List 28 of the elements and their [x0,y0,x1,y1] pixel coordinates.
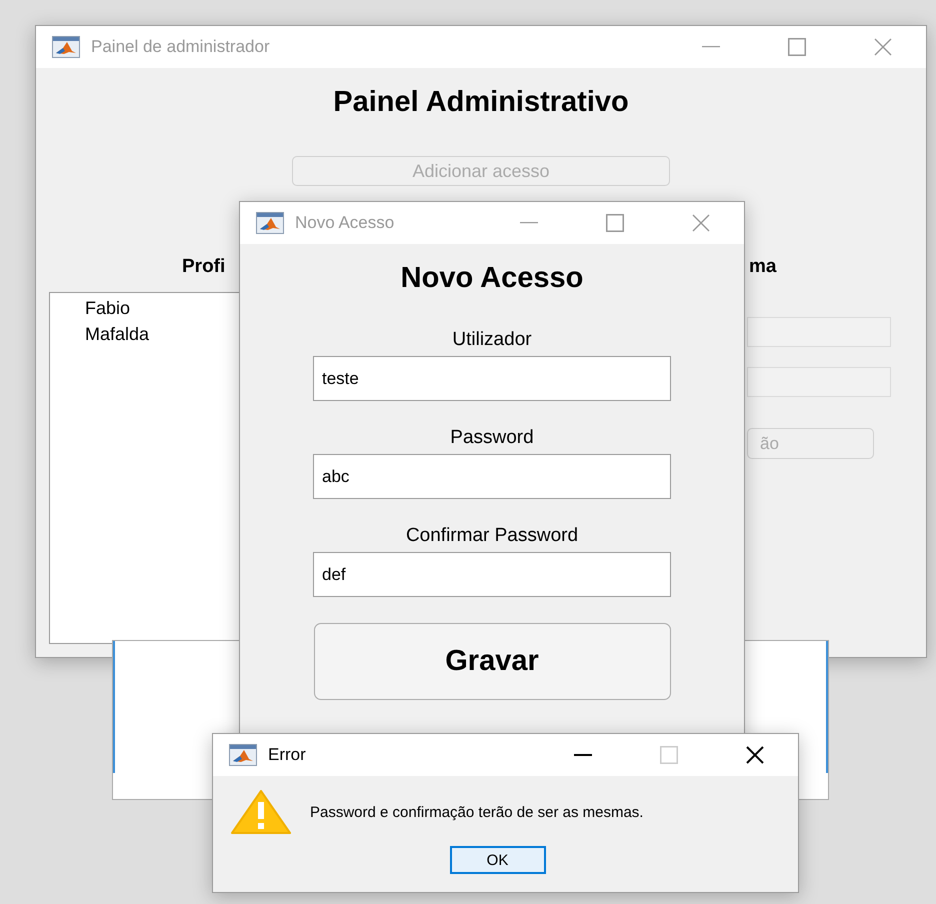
text-field[interactable]: teste [313,356,671,401]
error-message: Password e confirmação terão de ser as mesmas. [310,804,644,820]
minimize-icon [702,46,720,48]
ok-button[interactable]: OK [450,846,546,874]
text-field[interactable]: abc [313,454,671,499]
save-button[interactable]: Gravar [314,623,670,700]
panel-heading: Painel Administrativo [333,86,629,119]
minimize-icon [574,754,592,756]
window-title: Error [268,745,306,765]
text-field[interactable]: def [313,552,671,597]
text-field[interactable] [747,367,891,397]
warning-icon [231,790,291,834]
close-icon [874,38,892,56]
minimize-icon [520,222,538,224]
app-icon [256,212,284,234]
close-icon [692,214,710,232]
window-title: Painel de administrador [91,37,270,57]
dialog-heading: Novo Acesso [400,262,584,295]
app-icon [229,744,257,766]
window-title: Novo Acesso [295,213,394,233]
field-label: Password [450,427,534,449]
text-field[interactable] [747,317,891,347]
section-label: Profi [181,256,226,278]
app-icon [52,36,80,58]
field-label: Confirmar Password [406,525,578,547]
section-label: ma [748,256,778,278]
close-icon [746,746,764,764]
field-label: Utilizador [452,329,532,351]
